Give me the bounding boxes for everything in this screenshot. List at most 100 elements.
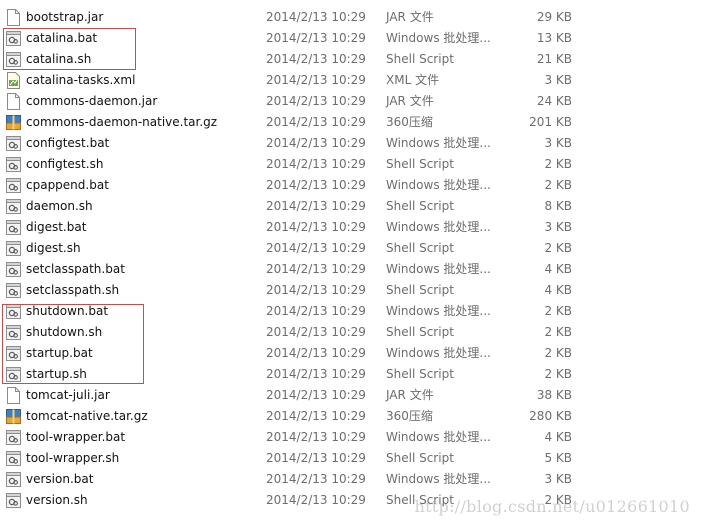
file-type: Windows 批处理...: [386, 262, 491, 276]
file-row[interactable]: tool-wrapper.bat 2014/2/13 10:29 Windows 批…: [0, 427, 702, 448]
file-type: Windows 批处理...: [386, 346, 491, 360]
file-date-modified: 2014/2/13 10:29: [266, 451, 366, 465]
file-row[interactable]: digest.bat 2014/2/13 10:29 Windows 批处理... 3…: [0, 217, 702, 238]
file-row[interactable]: commons-daemon.jar 2014/2/13 10:29 JAR 文件 2…: [0, 91, 702, 112]
batch-file-icon: [6, 30, 21, 47]
jar-file-icon: [6, 93, 21, 110]
file-date-modified: 2014/2/13 10:29: [266, 31, 366, 45]
file-type: Shell Script: [386, 283, 454, 297]
file-type: Windows 批处理...: [386, 31, 491, 45]
file-date-modified: 2014/2/13 10:29: [266, 157, 366, 171]
batch-file-icon: [6, 471, 21, 488]
file-type: Windows 批处理...: [386, 430, 491, 444]
script-file-icon: [6, 240, 21, 257]
file-size: 280 KB: [529, 409, 572, 423]
file-size: 5 KB: [544, 451, 572, 465]
file-row[interactable]: commons-daemon-native.tar.gz 2014/2/13 10…: [0, 112, 702, 133]
file-row[interactable]: setclasspath.bat 2014/2/13 10:29 Windows 批…: [0, 259, 702, 280]
file-date-modified: 2014/2/13 10:29: [266, 73, 366, 87]
batch-file-icon: [6, 303, 21, 320]
file-date-modified: 2014/2/13 10:29: [266, 241, 366, 255]
file-size: 3 KB: [544, 73, 572, 87]
file-type: Shell Script: [386, 367, 454, 381]
file-date-modified: 2014/2/13 10:29: [266, 325, 366, 339]
file-date-modified: 2014/2/13 10:29: [266, 220, 366, 234]
file-type: Windows 批处理...: [386, 136, 491, 150]
file-date-modified: 2014/2/13 10:29: [266, 430, 366, 444]
file-name: tomcat-native.tar.gz: [26, 409, 148, 423]
batch-file-icon: [6, 135, 21, 152]
file-row[interactable]: tool-wrapper.sh 2014/2/13 10:29 Shell Scri…: [0, 448, 702, 469]
file-date-modified: 2014/2/13 10:29: [266, 115, 366, 129]
file-row[interactable]: bootstrap.jar 2014/2/13 10:29 JAR 文件 29 KB: [0, 7, 702, 28]
file-date-modified: 2014/2/13 10:29: [266, 283, 366, 297]
file-row[interactable]: cpappend.bat 2014/2/13 10:29 Windows 批处理..…: [0, 175, 702, 196]
file-size: 3 KB: [544, 136, 572, 150]
file-size: 2 KB: [544, 346, 572, 360]
file-size: 4 KB: [544, 262, 572, 276]
batch-file-icon: [6, 261, 21, 278]
file-row[interactable]: configtest.sh 2014/2/13 10:29 Shell Script…: [0, 154, 702, 175]
file-row[interactable]: catalina.bat 2014/2/13 10:29 Windows 批处理..…: [0, 28, 702, 49]
file-row[interactable]: catalina.sh 2014/2/13 10:29 Shell Script 21…: [0, 49, 702, 70]
file-date-modified: 2014/2/13 10:29: [266, 367, 366, 381]
file-size: 21 KB: [536, 52, 572, 66]
file-date-modified: 2014/2/13 10:29: [266, 409, 366, 423]
file-row[interactable]: daemon.sh 2014/2/13 10:29 Shell Script 8 KB: [0, 196, 702, 217]
batch-file-icon: [6, 429, 21, 446]
file-name: bootstrap.jar: [26, 10, 104, 24]
file-row[interactable]: startup.sh 2014/2/13 10:29 Shell Script 2 K…: [0, 364, 702, 385]
file-type: Shell Script: [386, 157, 454, 171]
jar-file-icon: [6, 9, 21, 26]
file-date-modified: 2014/2/13 10:29: [266, 472, 366, 486]
file-type: Windows 批处理...: [386, 304, 491, 318]
file-type: XML 文件: [386, 73, 440, 87]
script-file-icon: [6, 198, 21, 215]
jar-file-icon: [6, 387, 21, 404]
file-name: catalina.bat: [26, 31, 98, 45]
file-size: 201 KB: [529, 115, 572, 129]
file-row[interactable]: configtest.bat 2014/2/13 10:29 Windows 批处理…: [0, 133, 702, 154]
file-name: tool-wrapper.bat: [26, 430, 126, 444]
batch-file-icon: [6, 177, 21, 194]
watermark: http://blog.csdn.net/u012661010: [414, 497, 690, 516]
file-size: 8 KB: [544, 199, 572, 213]
xml-file-icon: [6, 72, 21, 89]
script-file-icon: [6, 282, 21, 299]
script-file-icon: [6, 366, 21, 383]
file-type: Shell Script: [386, 451, 454, 465]
script-file-icon: [6, 156, 21, 173]
file-name: digest.sh: [26, 241, 81, 255]
file-row[interactable]: tomcat-native.tar.gz 2014/2/13 10:29 360压缩…: [0, 406, 702, 427]
script-file-icon: [6, 51, 21, 68]
file-type: JAR 文件: [386, 388, 434, 402]
file-name: catalina.sh: [26, 52, 92, 66]
file-row[interactable]: version.bat 2014/2/13 10:29 Windows 批处理...…: [0, 469, 702, 490]
file-date-modified: 2014/2/13 10:29: [266, 10, 366, 24]
file-size: 2 KB: [544, 178, 572, 192]
file-row[interactable]: catalina-tasks.xml 2014/2/13 10:29 XML 文件 3…: [0, 70, 702, 91]
file-row[interactable]: shutdown.bat 2014/2/13 10:29 Windows 批处理..…: [0, 301, 702, 322]
file-row[interactable]: setclasspath.sh 2014/2/13 10:29 Shell Scri…: [0, 280, 702, 301]
file-row[interactable]: digest.sh 2014/2/13 10:29 Shell Script 2 KB: [0, 238, 702, 259]
file-size: 38 KB: [536, 388, 572, 402]
archive-file-icon: [6, 114, 21, 131]
file-date-modified: 2014/2/13 10:29: [266, 52, 366, 66]
file-type: 360压缩: [386, 409, 433, 423]
file-name: startup.bat: [26, 346, 93, 360]
archive-file-icon: [6, 408, 21, 425]
file-date-modified: 2014/2/13 10:29: [266, 199, 366, 213]
file-name: daemon.sh: [26, 199, 93, 213]
file-date-modified: 2014/2/13 10:29: [266, 262, 366, 276]
file-row[interactable]: tomcat-juli.jar 2014/2/13 10:29 JAR 文件 38 K…: [0, 385, 702, 406]
file-size: 13 KB: [536, 31, 572, 45]
file-size: 29 KB: [536, 10, 572, 24]
file-size: 4 KB: [544, 430, 572, 444]
file-name: version.sh: [26, 493, 88, 507]
file-type: Windows 批处理...: [386, 472, 491, 486]
file-row[interactable]: startup.bat 2014/2/13 10:29 Windows 批处理...…: [0, 343, 702, 364]
file-name: cpappend.bat: [26, 178, 109, 192]
file-name: tomcat-juli.jar: [26, 388, 110, 402]
file-name: configtest.sh: [26, 157, 104, 171]
file-row[interactable]: shutdown.sh 2014/2/13 10:29 Shell Script 2 …: [0, 322, 702, 343]
